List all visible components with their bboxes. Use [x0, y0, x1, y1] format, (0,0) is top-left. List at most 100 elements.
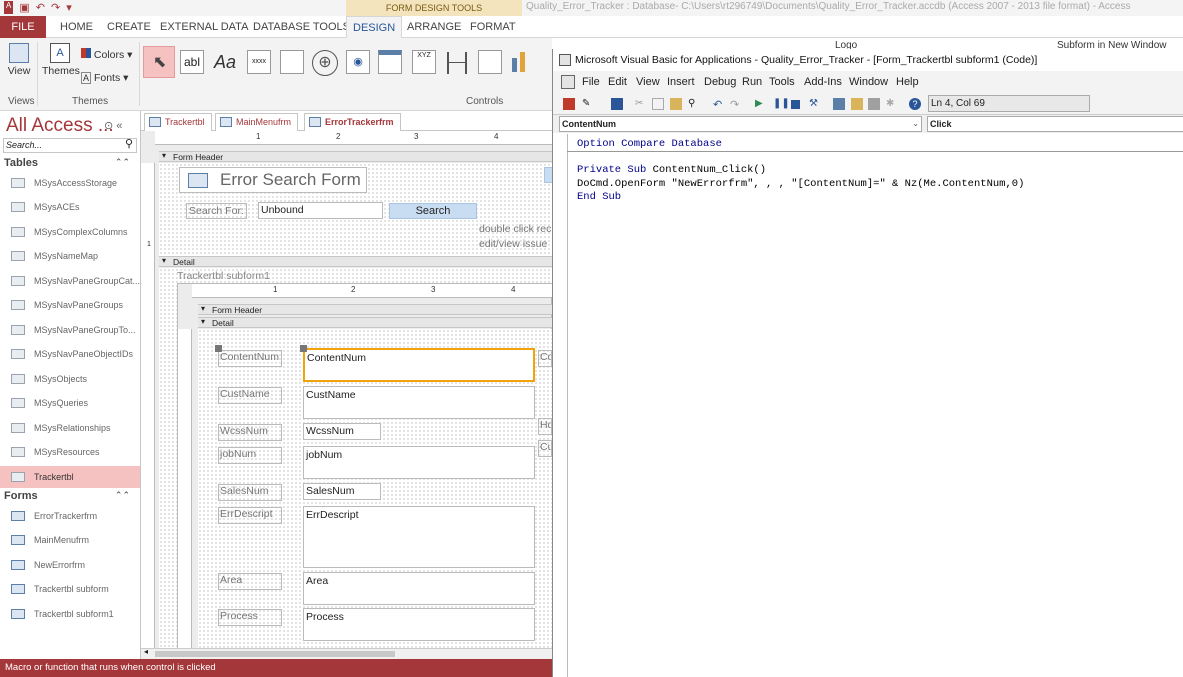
- menu-debug[interactable]: Debug: [704, 76, 736, 88]
- search-button[interactable]: Search: [389, 203, 477, 219]
- move-handle[interactable]: [215, 345, 222, 352]
- themes-button[interactable]: A Themes: [42, 41, 80, 91]
- field-textbox[interactable]: Process: [303, 608, 535, 641]
- view-button[interactable]: View: [6, 41, 32, 91]
- fonts-button[interactable]: A Fonts ▾: [81, 72, 128, 84]
- form-header-section-bar[interactable]: Form Header: [159, 151, 552, 162]
- field-label[interactable]: Area: [218, 573, 282, 590]
- menu-tools[interactable]: Tools: [769, 76, 795, 88]
- nav-pane-title[interactable]: All Access ...: [6, 115, 114, 137]
- tab-mainmenufrm[interactable]: MainMenufrm: [215, 113, 299, 131]
- help-icon[interactable]: ?: [909, 98, 921, 110]
- clipped-label[interactable]: Ho: [538, 418, 552, 435]
- menu-file[interactable]: File: [582, 76, 600, 88]
- field-textbox[interactable]: WcssNum: [303, 423, 381, 440]
- nav-form-item[interactable]: ErrorTrackerfrm: [0, 505, 140, 527]
- move-handle[interactable]: [300, 345, 307, 352]
- menu-view[interactable]: View: [636, 76, 660, 88]
- menu-edit[interactable]: Edit: [608, 76, 627, 88]
- tab-errortrackerfrm[interactable]: ErrorTrackerfrm: [304, 113, 401, 131]
- menu-addins[interactable]: Add-Ins: [804, 76, 842, 88]
- undo-icon[interactable]: ↶: [36, 1, 45, 14]
- field-label[interactable]: ContentNum: [218, 350, 282, 367]
- scroll-left-icon[interactable]: ◂: [144, 647, 148, 656]
- forms-section-header[interactable]: Forms ⌃⌃: [4, 490, 134, 502]
- combo-box-button[interactable]: [478, 50, 502, 74]
- hyperlink-control-button[interactable]: ⊕: [312, 50, 338, 76]
- menu-help[interactable]: Help: [896, 76, 919, 88]
- tables-section-header[interactable]: Tables ⌃⌃: [4, 157, 134, 169]
- tab-control-button[interactable]: [280, 50, 304, 74]
- redo-icon[interactable]: ↷: [51, 1, 60, 14]
- field-label[interactable]: jobNum: [218, 447, 282, 464]
- clipped-label[interactable]: Co: [538, 350, 552, 367]
- field-label[interactable]: ErrDescript: [218, 507, 282, 524]
- nav-table-item[interactable]: MSysNavPaneGroups: [0, 294, 140, 316]
- tab-format[interactable]: FORMAT: [464, 16, 522, 38]
- nav-form-item[interactable]: NewErrorfrm: [0, 554, 140, 576]
- page-break-button[interactable]: [447, 52, 467, 74]
- field-label[interactable]: SalesNum: [218, 484, 282, 501]
- menu-window[interactable]: Window: [849, 76, 888, 88]
- nav-table-item[interactable]: MSysNavPaneGroupTo...: [0, 319, 140, 341]
- navigation-control-button[interactable]: [378, 50, 402, 74]
- field-textbox[interactable]: Area: [303, 572, 535, 605]
- subform-control-label[interactable]: Trackertbl subform1: [177, 270, 270, 282]
- nav-table-item[interactable]: MSysNavPaneGroupCat...: [0, 270, 140, 292]
- textbox-control-button[interactable]: abl: [180, 50, 204, 74]
- field-textbox-selected[interactable]: ContentNum: [303, 348, 535, 382]
- cut-icon[interactable]: ✂: [635, 98, 647, 110]
- toolbox-icon[interactable]: ✱: [886, 98, 898, 110]
- procedure-combo[interactable]: Click: [927, 116, 1183, 132]
- save-icon[interactable]: ▣: [19, 1, 29, 14]
- field-textbox[interactable]: jobNum: [303, 446, 535, 479]
- search-icon[interactable]: ⚲: [125, 138, 133, 151]
- nav-table-item-selected[interactable]: Trackertbl: [0, 466, 140, 488]
- nav-table-item[interactable]: MSysQueries: [0, 392, 140, 414]
- redo-icon[interactable]: ↷: [730, 98, 742, 111]
- nav-table-item[interactable]: MSysNameMap: [0, 245, 140, 267]
- web-browser-control-button[interactable]: ◉: [346, 50, 370, 74]
- nav-form-item[interactable]: MainMenufrm: [0, 529, 140, 551]
- search-textbox[interactable]: Unbound: [258, 202, 383, 219]
- customize-qat-icon[interactable]: ▾: [66, 1, 72, 14]
- field-label[interactable]: WcssNum: [218, 424, 282, 441]
- nav-dropdown-icon[interactable]: ⊙: [104, 120, 113, 132]
- object-browser-icon[interactable]: [868, 98, 880, 110]
- subform-control[interactable]: 1 2 3 4 Form Header Detail ContentNum Co…: [177, 283, 552, 659]
- chart-control-button[interactable]: [512, 52, 526, 75]
- subform-detail-bar[interactable]: Detail: [198, 317, 552, 328]
- view-access-icon[interactable]: [563, 98, 575, 110]
- tab-home[interactable]: HOME: [54, 16, 99, 38]
- run-icon[interactable]: ▶: [755, 98, 767, 110]
- button-control-button[interactable]: xxxx: [247, 50, 271, 74]
- nav-table-item[interactable]: MSysObjects: [0, 368, 140, 390]
- option-group-button[interactable]: XYZ: [412, 50, 436, 74]
- find-icon[interactable]: ⚲: [688, 98, 700, 110]
- field-textbox[interactable]: CustName: [303, 386, 535, 419]
- field-textbox[interactable]: ErrDescript: [303, 506, 535, 568]
- undo-icon[interactable]: ↶: [713, 98, 725, 111]
- colors-button[interactable]: Colors ▾: [81, 48, 132, 61]
- nav-form-item[interactable]: Trackertbl subform: [0, 578, 140, 600]
- tab-database-tools[interactable]: DATABASE TOOLS: [247, 16, 356, 38]
- clipped-button[interactable]: [544, 167, 552, 183]
- break-icon[interactable]: ❚❚: [773, 98, 790, 110]
- nav-form-item[interactable]: Trackertbl subform1: [0, 603, 140, 625]
- project-explorer-icon[interactable]: [833, 98, 845, 110]
- nav-table-item[interactable]: MSysACEs: [0, 196, 140, 218]
- tab-design[interactable]: DESIGN: [346, 16, 403, 38]
- insert-module-icon[interactable]: ✎: [582, 98, 594, 110]
- select-tool-button[interactable]: ⬉: [143, 46, 175, 78]
- tab-file[interactable]: FILE: [0, 16, 46, 38]
- form-title-label[interactable]: Error Search Form: [179, 167, 367, 193]
- field-label[interactable]: CustName: [218, 387, 282, 404]
- tab-create[interactable]: CREATE: [101, 16, 157, 38]
- horizontal-scrollbar[interactable]: ◂: [141, 647, 552, 659]
- design-mode-icon[interactable]: ⚒: [809, 98, 821, 110]
- save-icon[interactable]: [611, 98, 623, 110]
- nav-table-item[interactable]: MSysAccessStorage: [0, 172, 140, 194]
- scroll-thumb[interactable]: [155, 651, 395, 657]
- collapse-nav-icon[interactable]: «: [116, 120, 122, 132]
- field-textbox[interactable]: SalesNum: [303, 483, 381, 500]
